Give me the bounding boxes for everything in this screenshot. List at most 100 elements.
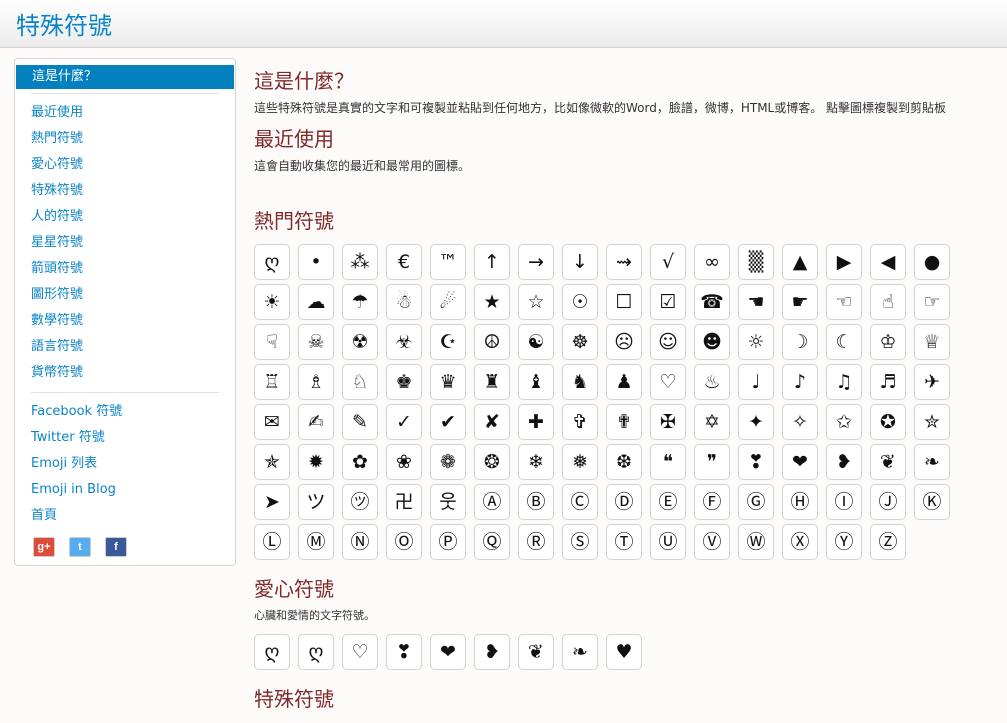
symbol-button[interactable]: Ⓐ — [474, 484, 510, 520]
symbol-button[interactable]: ☀ — [254, 284, 290, 320]
sidebar-item[interactable]: 最近使用 — [15, 100, 235, 126]
symbol-button[interactable]: ☸ — [562, 324, 598, 360]
sidebar-item[interactable]: 語言符號 — [15, 334, 235, 360]
symbol-button[interactable]: ☑ — [650, 284, 686, 320]
symbol-button[interactable]: ⁂ — [342, 244, 378, 280]
symbol-button[interactable]: ❆ — [606, 444, 642, 480]
symbol-button[interactable]: ❣ — [738, 444, 774, 480]
symbol-button[interactable]: ◀ — [870, 244, 906, 280]
symbol-button[interactable]: ☉ — [562, 284, 598, 320]
symbol-button[interactable]: ☛ — [782, 284, 818, 320]
symbol-button[interactable]: ☟ — [254, 324, 290, 360]
sidebar-item[interactable]: 熱門符號 — [15, 126, 235, 152]
symbol-button[interactable]: ❤ — [430, 634, 466, 670]
symbol-button[interactable]: ✘ — [474, 404, 510, 440]
symbol-button[interactable]: ♜ — [474, 364, 510, 400]
sidebar-item[interactable]: 數學符號 — [15, 308, 235, 334]
symbol-button[interactable]: ❧ — [914, 444, 950, 480]
symbol-button[interactable]: ☯ — [518, 324, 554, 360]
symbol-button[interactable]: ♬ — [870, 364, 906, 400]
symbol-button[interactable]: ㋡ — [342, 484, 378, 520]
symbol-button[interactable]: Ⓘ — [826, 484, 862, 520]
symbol-button[interactable]: ✚ — [518, 404, 554, 440]
symbol-button[interactable]: Ⓒ — [562, 484, 598, 520]
site-brand[interactable]: 特殊符號 — [16, 6, 112, 41]
symbol-button[interactable]: ✪ — [870, 404, 906, 440]
symbol-button[interactable]: ☐ — [606, 284, 642, 320]
symbol-button[interactable]: ☠ — [298, 324, 334, 360]
symbol-button[interactable]: ⇝ — [606, 244, 642, 280]
sidebar-item[interactable]: 特殊符號 — [15, 178, 235, 204]
symbol-button[interactable]: ღ — [254, 244, 290, 280]
symbol-button[interactable]: Ⓛ — [254, 524, 290, 560]
symbol-button[interactable]: ☣ — [386, 324, 422, 360]
symbol-button[interactable]: ✟ — [606, 404, 642, 440]
symbol-button[interactable]: ✡ — [694, 404, 730, 440]
symbol-button[interactable]: ✮ — [914, 404, 950, 440]
symbol-button[interactable]: ♝ — [518, 364, 554, 400]
symbol-button[interactable]: € — [386, 244, 422, 280]
symbol-button[interactable]: Ⓖ — [738, 484, 774, 520]
symbol-button[interactable]: ✹ — [298, 444, 334, 480]
symbol-button[interactable]: ✯ — [254, 444, 290, 480]
symbol-button[interactable]: ↑ — [474, 244, 510, 280]
symbol-button[interactable]: ∞ — [694, 244, 730, 280]
symbol-button[interactable]: ♥ — [606, 634, 642, 670]
symbol-button[interactable]: Ⓣ — [606, 524, 642, 560]
symbol-button[interactable]: ღ — [254, 634, 290, 670]
sidebar-item[interactable]: 貨幣符號 — [15, 360, 235, 386]
symbol-button[interactable]: Ⓠ — [474, 524, 510, 560]
symbol-button[interactable]: Ⓦ — [738, 524, 774, 560]
symbol-button[interactable]: ☺ — [650, 324, 686, 360]
symbol-button[interactable]: ♖ — [254, 364, 290, 400]
symbol-button[interactable]: Ⓚ — [914, 484, 950, 520]
symbol-button[interactable]: Ⓙ — [870, 484, 906, 520]
symbol-button[interactable]: ✞ — [562, 404, 598, 440]
sidebar-link[interactable]: Facebook 符號 — [15, 399, 235, 425]
sidebar-item-active[interactable]: 這是什麼？ — [16, 65, 234, 89]
symbol-button[interactable]: ♪ — [782, 364, 818, 400]
symbol-button[interactable]: ☪ — [430, 324, 466, 360]
symbol-button[interactable]: • — [298, 244, 334, 280]
symbol-button[interactable]: Ⓔ — [650, 484, 686, 520]
symbol-button[interactable]: → — [518, 244, 554, 280]
symbol-button[interactable]: ❦ — [518, 634, 554, 670]
symbol-button[interactable]: ★ — [474, 284, 510, 320]
sidebar-link[interactable]: Emoji in Blog — [15, 477, 235, 503]
symbol-button[interactable]: Ⓩ — [870, 524, 906, 560]
symbol-button[interactable]: ♘ — [342, 364, 378, 400]
symbol-button[interactable]: Ⓧ — [782, 524, 818, 560]
symbol-button[interactable]: Ⓜ — [298, 524, 334, 560]
sidebar-item[interactable]: 箭頭符號 — [15, 256, 235, 282]
symbol-button[interactable]: ❄ — [518, 444, 554, 480]
symbol-button[interactable]: 卍 — [386, 484, 422, 520]
symbol-button[interactable]: ▒ — [738, 244, 774, 280]
symbol-button[interactable]: ☻ — [694, 324, 730, 360]
symbol-button[interactable]: ❧ — [562, 634, 598, 670]
symbol-button[interactable]: Ⓡ — [518, 524, 554, 560]
sidebar-item[interactable]: 人的符號 — [15, 204, 235, 230]
symbol-button[interactable]: ☹ — [606, 324, 642, 360]
symbol-button[interactable]: ☮ — [474, 324, 510, 360]
symbol-button[interactable]: ☞ — [914, 284, 950, 320]
symbol-button[interactable]: 웃 — [430, 484, 466, 520]
symbol-button[interactable]: ✦ — [738, 404, 774, 440]
symbol-button[interactable]: ● — [914, 244, 950, 280]
symbol-button[interactable]: ❀ — [386, 444, 422, 480]
symbol-button[interactable]: ❤ — [782, 444, 818, 480]
symbol-button[interactable]: ✓ — [386, 404, 422, 440]
symbol-button[interactable]: ❥ — [474, 634, 510, 670]
symbol-button[interactable]: ☝ — [870, 284, 906, 320]
facebook-icon[interactable]: f — [105, 537, 127, 557]
symbol-button[interactable]: ツ — [298, 484, 334, 520]
symbol-button[interactable]: ❂ — [474, 444, 510, 480]
symbol-button[interactable]: Ⓢ — [562, 524, 598, 560]
symbol-button[interactable]: ☚ — [738, 284, 774, 320]
twitter-icon[interactable]: t — [69, 537, 91, 557]
symbol-button[interactable]: ☎ — [694, 284, 730, 320]
symbol-button[interactable]: Ⓓ — [606, 484, 642, 520]
symbol-button[interactable]: Ⓗ — [782, 484, 818, 520]
sidebar-link[interactable]: Twitter 符號 — [15, 425, 235, 451]
symbol-button[interactable]: ✠ — [650, 404, 686, 440]
google-plus-icon[interactable]: g+ — [33, 537, 55, 557]
